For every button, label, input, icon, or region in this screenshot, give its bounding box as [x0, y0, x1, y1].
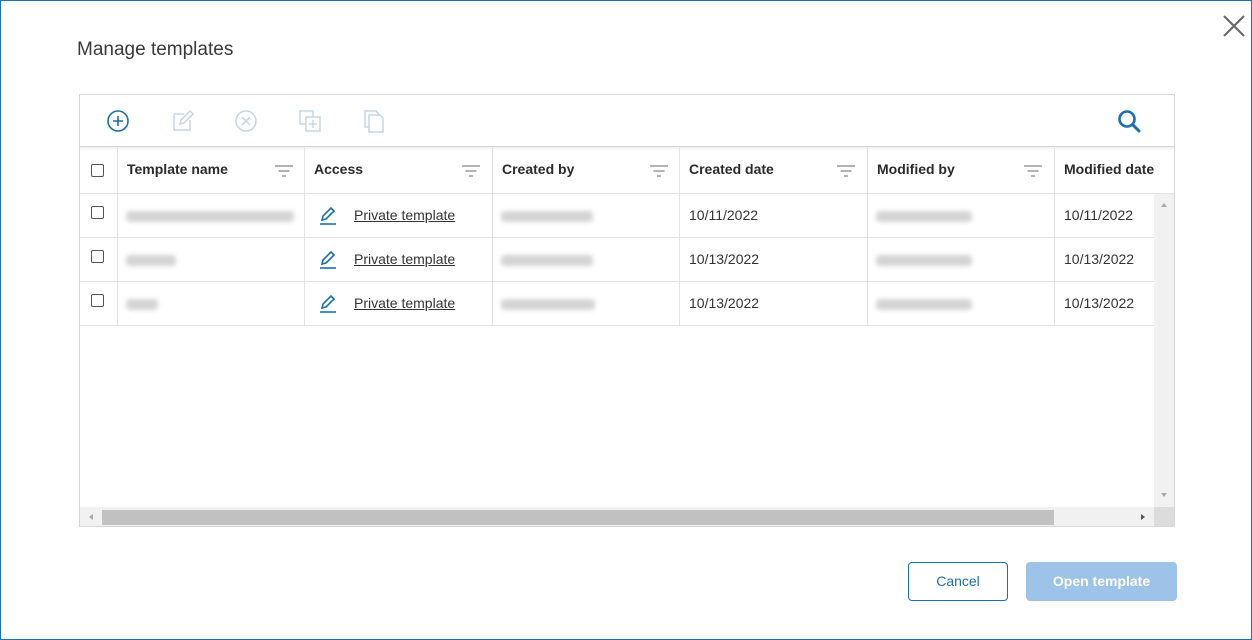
redacted-template-name	[126, 299, 158, 310]
template-name-cell[interactable]	[118, 194, 305, 237]
redacted-created-by	[501, 299, 595, 310]
access-link[interactable]: Private template	[354, 207, 455, 223]
header-access[interactable]: Access	[305, 148, 493, 193]
table-row[interactable]: Private template 10/13/2022 10/13/2022	[80, 238, 1154, 282]
template-name-cell[interactable]	[118, 282, 305, 325]
row-select-cell	[80, 194, 118, 237]
delete-circle-icon	[235, 110, 257, 132]
search-icon	[1118, 110, 1141, 133]
close-icon	[1223, 15, 1245, 37]
table-row[interactable]: Private template 10/13/2022 10/13/2022	[80, 282, 1154, 326]
access-link[interactable]: Private template	[354, 295, 455, 311]
templates-grid: Template name Access Created by Created …	[79, 94, 1175, 527]
created-date-text: 10/13/2022	[689, 295, 760, 311]
table-header-row: Template name Access Created by Created …	[80, 148, 1174, 194]
scroll-left-arrow-icon[interactable]	[86, 512, 96, 522]
header-label: Created by	[502, 161, 575, 177]
modified-by-cell	[868, 238, 1055, 281]
filter-icon[interactable]	[274, 162, 294, 180]
redacted-modified-by	[876, 211, 972, 222]
close-button[interactable]	[1219, 11, 1249, 41]
redacted-template-name	[126, 211, 294, 222]
open-template-button[interactable]: Open template	[1026, 562, 1177, 601]
modified-date-text: 10/11/2022	[1064, 207, 1134, 223]
copy-icon	[364, 110, 384, 133]
filter-icon[interactable]	[461, 162, 481, 180]
redacted-created-by	[501, 211, 593, 222]
template-name-cell[interactable]	[118, 238, 305, 281]
duplicate-icon	[299, 110, 321, 132]
filter-icon[interactable]	[649, 162, 669, 180]
created-date-cell: 10/11/2022	[680, 194, 868, 237]
copy-template-button[interactable]	[361, 108, 387, 134]
table-row[interactable]: Private template 10/11/2022 10/11/2022	[80, 194, 1154, 238]
header-label: Modified by	[877, 161, 955, 177]
manage-templates-dialog: Manage templates Template name Access Cr…	[0, 0, 1252, 640]
edit-template-button[interactable]	[170, 108, 196, 134]
edit-icon	[173, 109, 195, 131]
search-button[interactable]	[1116, 108, 1142, 134]
redacted-modified-by	[876, 255, 972, 266]
created-by-cell	[493, 194, 680, 237]
grid-toolbar	[80, 95, 1174, 147]
horizontal-scrollbar[interactable]	[80, 507, 1154, 526]
redacted-template-name	[126, 255, 176, 266]
header-created-date[interactable]: Created date	[680, 148, 868, 193]
modified-date-cell: 10/13/2022	[1055, 238, 1154, 281]
row-checkbox[interactable]	[91, 250, 104, 263]
delete-template-button[interactable]	[233, 108, 259, 134]
access-link[interactable]: Private template	[354, 251, 455, 267]
duplicate-template-button[interactable]	[297, 108, 323, 134]
header-label: Modified date	[1064, 161, 1155, 177]
access-cell: Private template	[305, 238, 493, 281]
filter-icon[interactable]	[1023, 162, 1043, 180]
row-checkbox[interactable]	[91, 206, 104, 219]
cancel-button[interactable]: Cancel	[908, 562, 1008, 601]
created-by-cell	[493, 238, 680, 281]
header-label: Access	[314, 161, 364, 177]
table-body: Private template 10/11/2022 10/11/2022 P…	[80, 194, 1154, 507]
redacted-modified-by	[876, 299, 972, 310]
created-date-text: 10/13/2022	[689, 251, 760, 267]
created-date-text: 10/11/2022	[689, 207, 759, 223]
header-label: Template name	[127, 161, 228, 177]
modified-by-cell	[868, 194, 1055, 237]
modified-date-cell: 10/13/2022	[1055, 282, 1154, 325]
row-select-cell	[80, 282, 118, 325]
dialog-title: Manage templates	[77, 39, 234, 60]
created-date-cell: 10/13/2022	[680, 238, 868, 281]
modified-date-text: 10/13/2022	[1064, 295, 1135, 311]
header-select-all-cell	[80, 148, 118, 193]
scroll-down-arrow-icon[interactable]	[1159, 490, 1169, 500]
filter-icon[interactable]	[836, 162, 856, 180]
scroll-up-arrow-icon[interactable]	[1159, 200, 1169, 210]
edit-access-icon[interactable]	[318, 206, 338, 226]
redacted-created-by	[501, 255, 593, 266]
edit-access-icon[interactable]	[318, 250, 338, 270]
select-all-checkbox[interactable]	[91, 164, 104, 177]
add-circle-icon	[107, 110, 129, 132]
access-cell: Private template	[305, 194, 493, 237]
edit-access-icon[interactable]	[318, 294, 338, 314]
row-checkbox[interactable]	[91, 294, 104, 307]
header-created-by[interactable]: Created by	[493, 148, 680, 193]
scroll-right-arrow-icon[interactable]	[1138, 512, 1148, 522]
row-select-cell	[80, 238, 118, 281]
header-template-name[interactable]: Template name	[118, 148, 305, 193]
access-cell: Private template	[305, 282, 493, 325]
modified-date-text: 10/13/2022	[1064, 251, 1135, 267]
scrollbar-corner	[1154, 507, 1174, 526]
horizontal-scroll-thumb[interactable]	[102, 510, 1054, 525]
created-by-cell	[493, 282, 680, 325]
header-modified-date[interactable]: Modified date	[1055, 148, 1174, 193]
header-modified-by[interactable]: Modified by	[868, 148, 1055, 193]
header-label: Created date	[689, 161, 774, 177]
vertical-scrollbar[interactable]	[1154, 194, 1174, 507]
created-date-cell: 10/13/2022	[680, 282, 868, 325]
modified-date-cell: 10/11/2022	[1055, 194, 1154, 237]
modified-by-cell	[868, 282, 1055, 325]
add-template-button[interactable]	[105, 108, 131, 134]
